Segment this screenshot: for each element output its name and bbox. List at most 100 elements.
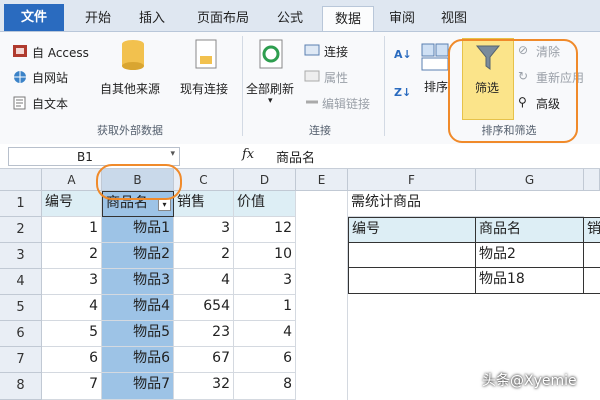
from-text-label: 自文本 [32,97,69,111]
table-cell[interactable]: 1 [42,217,102,243]
criteria-cell[interactable] [348,242,476,268]
table-header-value[interactable]: 价值 [234,191,296,217]
table-cell[interactable]: 5 [42,321,102,347]
column-header-g[interactable]: G [476,169,584,191]
table-cell[interactable]: 2 [42,243,102,269]
row-header-7[interactable]: 7 [0,347,42,373]
properties-icon [304,70,320,82]
criteria-title[interactable]: 需统计商品 [348,191,584,217]
tab-insert[interactable]: 插入 [130,6,174,31]
link-icon [304,44,320,56]
refresh-icon [259,39,283,69]
formula-input[interactable]: 商品名 [276,147,315,166]
chevron-down-icon: ▾ [268,96,273,106]
table-cell[interactable]: 32 [174,373,234,400]
sort-za-icon: Z↓ [394,86,412,99]
ribbon-tab-bar: 文件 开始 插入 页面布局 公式 数据 审阅 视图 [0,0,600,32]
access-icon [13,45,27,57]
table-cell[interactable]: 6 [234,347,296,373]
formula-bar: B1 ▾ fx 商品名 [0,144,600,169]
sort-icon [421,43,449,71]
table-cell[interactable]: 4 [234,321,296,347]
criteria-header-product[interactable]: 商品名 [475,217,584,243]
connections-label: 连接 [324,45,349,59]
edit-links-label: 编辑链接 [322,97,371,111]
annotation-circle [96,164,182,200]
watermark-text: 头条@Xyemie [482,373,577,389]
chevron-down-icon: ▾ [170,149,175,159]
tab-formulas[interactable]: 公式 [268,6,312,31]
column-header-d[interactable]: D [234,169,296,191]
from-web-label: 自网站 [32,71,69,85]
tab-home[interactable]: 开始 [76,6,120,31]
criteria-cell[interactable]: 物品2 [475,242,584,268]
tab-view[interactable]: 视图 [432,6,476,31]
row-header-3[interactable]: 3 [0,243,42,269]
table-cell[interactable]: 物品7 [102,373,174,400]
table-cell[interactable]: 物品4 [102,295,174,321]
text-file-icon [13,96,26,110]
table-header-id[interactable]: 编号 [42,191,102,217]
worksheet-grid: A B C D E F G 1 2 3 4 5 6 7 8 编号 商品名 ▾ 销… [0,169,600,400]
table-cell[interactable]: 23 [174,321,234,347]
column-header-e[interactable]: E [296,169,348,191]
chain-icon [306,100,318,104]
table-cell[interactable]: 4 [42,295,102,321]
name-box-value: B1 [77,150,93,164]
tab-review[interactable]: 审阅 [380,6,424,31]
tab-page-layout[interactable]: 页面布局 [186,6,260,31]
connections-file-icon [195,39,217,69]
row-header-2[interactable]: 2 [0,217,42,243]
column-header-f[interactable]: F [348,169,476,191]
table-cell[interactable]: 654 [174,295,234,321]
table-cell[interactable]: 物品6 [102,347,174,373]
table-cell[interactable]: 12 [234,217,296,243]
row-header-6[interactable]: 6 [0,321,42,347]
table-cell[interactable]: 3 [174,217,234,243]
column-header-c[interactable]: C [174,169,234,191]
table-cell[interactable]: 1 [234,295,296,321]
tab-file[interactable]: 文件 [4,4,64,31]
table-cell[interactable]: 3 [42,269,102,295]
table-cell[interactable]: 物品5 [102,321,174,347]
table-cell[interactable]: 10 [234,243,296,269]
criteria-cell[interactable]: 物品18 [475,267,584,294]
annotation-circle [448,39,578,143]
existing-connections-label: 现有连接 [180,82,229,96]
function-icon[interactable]: fx [242,147,254,162]
table-cell[interactable]: 4 [174,269,234,295]
table-cell[interactable]: 物品1 [102,217,174,243]
group-label-external: 获取外部数据 [97,124,163,137]
sort-label: 排序 [424,80,449,94]
table-cell[interactable]: 物品2 [102,243,174,269]
from-access-label: 自 Access [32,46,89,60]
criteria-cell[interactable] [348,267,476,294]
from-other-sources-label: 自其他来源 [100,82,161,96]
table-cell[interactable]: 3 [234,269,296,295]
table-cell[interactable]: 67 [174,347,234,373]
criteria-cell[interactable] [583,242,600,268]
row-header-4[interactable]: 4 [0,269,42,295]
empty-column-e[interactable] [296,191,348,400]
table-cell[interactable]: 8 [234,373,296,400]
column-header-a[interactable]: A [42,169,102,191]
properties-label: 属性 [324,71,349,85]
table-cell[interactable]: 物品3 [102,269,174,295]
row-header-8[interactable]: 8 [0,373,42,400]
refresh-all-label: 全部刷新 [246,82,295,96]
globe-icon [14,71,26,83]
criteria-header-id[interactable]: 编号 [348,217,476,243]
column-header-h[interactable] [584,169,600,191]
criteria-cell[interactable] [583,267,600,294]
table-cell[interactable]: 6 [42,347,102,373]
select-all-corner[interactable] [0,169,42,191]
criteria-header-sales[interactable]: 销 [583,217,600,243]
table-header-sales[interactable]: 销售 [174,191,234,217]
tab-data[interactable]: 数据 [322,6,374,32]
row-header-1[interactable]: 1 [0,191,42,217]
row-header-5[interactable]: 5 [0,295,42,321]
sort-az-icon: A↓ [394,48,412,61]
table-cell[interactable]: 7 [42,373,102,400]
group-separator [242,36,243,136]
table-cell[interactable]: 2 [174,243,234,269]
